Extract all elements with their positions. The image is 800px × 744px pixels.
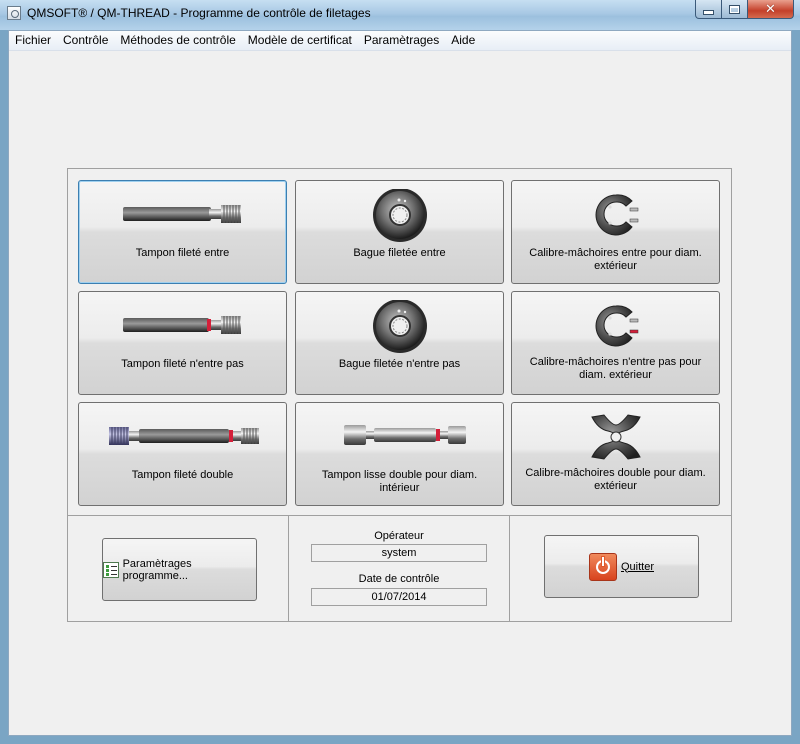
- menu-aide[interactable]: Aide: [445, 31, 481, 50]
- panel-divider: [68, 515, 731, 516]
- menu-fichier[interactable]: Fichier: [9, 31, 57, 50]
- close-icon: ✕: [765, 1, 776, 17]
- snap-gauge-go-icon: [512, 189, 719, 241]
- snap-gauge-nogo-icon: [512, 300, 719, 352]
- operator-label: Opérateur: [374, 530, 424, 542]
- gauge-label: Bague filetée n'entre pas: [338, 358, 461, 370]
- thread-plug-gauge-nogo-icon: [79, 300, 286, 352]
- double-thread-plug-gauge-icon: [79, 411, 286, 463]
- app-icon[interactable]: [7, 6, 21, 20]
- gauge-label: Calibre-mâchoires entre pour diam. extér…: [529, 247, 702, 272]
- panel-divider: [288, 516, 289, 622]
- gauge-label: Tampon fileté n'entre pas: [121, 358, 244, 370]
- gauge-label: Calibre-mâchoires double pour diam. exté…: [525, 467, 706, 492]
- minimize-button[interactable]: [695, 0, 722, 19]
- panel-divider: [509, 516, 510, 622]
- program-settings-label: Paramètrages programme...: [122, 557, 192, 582]
- power-icon: [588, 552, 617, 581]
- control-date-label: Date de contrôle: [358, 573, 440, 585]
- minimize-icon: [703, 9, 714, 15]
- gauge-button-snap-go[interactable]: Calibre-mâchoires entre pour diam. extér…: [511, 180, 720, 284]
- quit-button[interactable]: Quitter: [544, 535, 699, 598]
- checklist-icon: [103, 561, 119, 578]
- window-controls: ✕: [695, 0, 794, 19]
- gauge-button-double-plain-plug[interactable]: Tampon lisse double pour diam. intérieur: [295, 402, 504, 506]
- close-button[interactable]: ✕: [748, 0, 794, 19]
- menu-modele-certificat[interactable]: Modèle de certificat: [242, 31, 358, 50]
- quit-label: Quitter: [620, 560, 654, 573]
- gauge-button-thread-plug-go[interactable]: Tampon fileté entre: [78, 180, 287, 284]
- gauge-label: Tampon fileté double: [131, 469, 234, 481]
- window-title: QMSOFT® / QM-THREAD - Programme de contr…: [27, 6, 371, 20]
- gauge-button-snap-nogo[interactable]: Calibre-mâchoires n'entre pas pour diam.…: [511, 291, 720, 395]
- thread-plug-gauge-go-icon: [79, 189, 286, 241]
- gauge-button-thread-ring-go[interactable]: Bague filetée entre: [295, 180, 504, 284]
- double-plain-plug-gauge-icon: [296, 411, 503, 463]
- main-window: Fichier Contrôle Méthodes de contrôle Mo…: [8, 30, 792, 736]
- thread-ring-gauge-go-icon: [296, 188, 503, 242]
- gauge-label: Tampon lisse double pour diam. intérieur: [321, 469, 478, 494]
- menu-methodes[interactable]: Méthodes de contrôle: [114, 31, 241, 50]
- title-bar[interactable]: QMSOFT® / QM-THREAD - Programme de contr…: [0, 0, 800, 30]
- gauge-label: Bague filetée entre: [353, 247, 446, 259]
- gauge-button-thread-ring-nogo[interactable]: Bague filetée n'entre pas: [295, 291, 504, 395]
- maximize-icon: [729, 4, 740, 14]
- gauge-button-double-thread-plug[interactable]: Tampon fileté double: [78, 402, 287, 506]
- menu-bar: Fichier Contrôle Méthodes de contrôle Mo…: [9, 31, 791, 51]
- maximize-button[interactable]: [722, 0, 748, 19]
- program-settings-button[interactable]: Paramètrages programme...: [102, 538, 257, 601]
- menu-controle[interactable]: Contrôle: [57, 31, 114, 50]
- operator-field: system: [311, 544, 487, 562]
- gauge-selection-panel: Tampon fileté entre Bague filetée entre …: [67, 168, 732, 622]
- gauge-button-thread-plug-nogo[interactable]: Tampon fileté n'entre pas: [78, 291, 287, 395]
- menu-parametrages[interactable]: Paramètrages: [358, 31, 445, 50]
- gauge-button-double-snap[interactable]: Calibre-mâchoires double pour diam. exté…: [511, 402, 720, 506]
- gauge-label: Tampon fileté entre: [135, 247, 230, 259]
- control-date-field: 01/07/2014: [311, 588, 487, 606]
- gauge-label: Calibre-mâchoires n'entre pas pour diam.…: [529, 356, 702, 381]
- double-snap-gauge-icon: [512, 411, 719, 463]
- thread-ring-gauge-nogo-icon: [296, 299, 503, 353]
